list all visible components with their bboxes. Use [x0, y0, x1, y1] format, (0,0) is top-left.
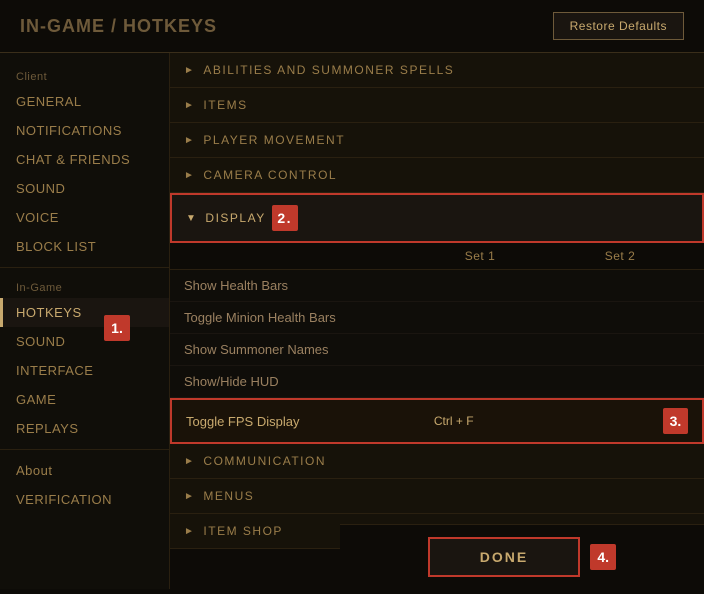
set-spacer [184, 249, 410, 263]
hotkey-set1-fps: Ctrl + F [386, 414, 521, 428]
sidebar-item-game[interactable]: GAME [0, 385, 169, 414]
set2-label: Set 2 [550, 249, 690, 263]
sidebar-divider [0, 267, 169, 268]
done-button[interactable]: DONE [428, 537, 580, 577]
restore-defaults-button[interactable]: Restore Defaults [553, 12, 684, 40]
hotkey-row-summoner-names[interactable]: Show Summoner Names [170, 334, 704, 366]
arrow-icon-menus: ► [184, 491, 195, 502]
sidebar-item-notifications[interactable]: NOTIFICATIONS [0, 116, 169, 145]
hotkey-row-health-bars[interactable]: Show Health Bars [170, 270, 704, 302]
content-inner: ► ABILITIES AND SUMMONER SPELLS ► ITEMS … [170, 53, 704, 589]
set-headers-row: Set 1 Set 2 [170, 243, 704, 270]
arrow-icon-movement: ► [184, 135, 195, 146]
sidebar-item-sound-ingame[interactable]: SOUND [0, 327, 169, 356]
sidebar-item-verification[interactable]: VERIFICATION [0, 485, 169, 514]
section-display-header[interactable]: ▼ DISPLAY 2. [170, 193, 704, 243]
section-communication-label: COMMUNICATION [203, 454, 326, 468]
sidebar-item-voice[interactable]: VOICE [0, 203, 169, 232]
content-area: ► ABILITIES AND SUMMONER SPELLS ► ITEMS … [170, 53, 704, 589]
sidebar-item-sound-client[interactable]: SOUND [0, 174, 169, 203]
section-abilities[interactable]: ► ABILITIES AND SUMMONER SPELLS [170, 53, 704, 88]
annotation-3: 3. [663, 408, 688, 434]
section-camera-label: CAMERA CONTROL [203, 168, 337, 182]
arrow-icon-abilities: ► [184, 65, 195, 76]
sidebar-item-general[interactable]: GENERAL [0, 87, 169, 116]
annotation-4: 4. [590, 544, 616, 570]
sidebar-item-about[interactable]: About [0, 456, 169, 485]
hotkey-name-hud: Show/Hide HUD [184, 374, 410, 389]
sidebar-item-chat-friends[interactable]: CHAT & FRIENDS [0, 145, 169, 174]
hotkey-name-minion-bars: Toggle Minion Health Bars [184, 310, 410, 325]
sidebar-divider-2 [0, 449, 169, 450]
section-player-movement[interactable]: ► PLAYER MOVEMENT [170, 123, 704, 158]
hotkey-name-health-bars: Show Health Bars [184, 278, 410, 293]
sidebar-item-hotkeys[interactable]: HOTKEYS [0, 298, 169, 327]
main-layout: Client GENERAL NOTIFICATIONS CHAT & FRIE… [0, 53, 704, 589]
section-menus-label: MENUS [203, 489, 254, 503]
section-abilities-label: ABILITIES AND SUMMONER SPELLS [203, 63, 454, 77]
sidebar: Client GENERAL NOTIFICATIONS CHAT & FRIE… [0, 53, 170, 589]
section-menus[interactable]: ► MENUS [170, 479, 704, 514]
set1-label: Set 1 [410, 249, 550, 263]
arrow-icon-camera: ► [184, 170, 195, 181]
sidebar-section-client: Client [0, 63, 169, 87]
arrow-icon-display: ▼ [186, 213, 197, 224]
sidebar-item-replays[interactable]: REPLAYS [0, 414, 169, 443]
breadcrumb-prefix: IN-GAME / [20, 16, 123, 36]
annotation-2: 2. [272, 205, 298, 231]
header: IN-GAME / HOTKEYS Restore Defaults [0, 0, 704, 53]
hotkey-name-fps: Toggle FPS Display [186, 414, 386, 429]
hotkey-name-summoner: Show Summoner Names [184, 342, 410, 357]
hotkey-row-minion-bars[interactable]: Toggle Minion Health Bars [170, 302, 704, 334]
arrow-icon-communication: ► [184, 456, 195, 467]
arrow-icon-item-shop: ► [184, 526, 195, 537]
footer: DONE 4. [340, 524, 704, 589]
sidebar-item-interface[interactable]: INTERFACE [0, 356, 169, 385]
section-items-label: ITEMS [203, 98, 247, 112]
page-title: IN-GAME / HOTKEYS [20, 16, 217, 37]
arrow-icon-items: ► [184, 100, 195, 111]
section-display-label: DISPLAY [205, 211, 265, 225]
section-camera[interactable]: ► CAMERA CONTROL [170, 158, 704, 193]
section-movement-label: PLAYER MOVEMENT [203, 133, 345, 147]
sidebar-section-ingame: In-Game [0, 274, 169, 298]
section-items[interactable]: ► ITEMS [170, 88, 704, 123]
hotkey-row-hud[interactable]: Show/Hide HUD [170, 366, 704, 398]
sidebar-item-block-list[interactable]: BLOCK LIST [0, 232, 169, 261]
hotkey-row-fps[interactable]: Toggle FPS Display Ctrl + F 3. [170, 398, 704, 444]
section-communication[interactable]: ► COMMUNICATION [170, 444, 704, 479]
section-item-shop-label: ITEM SHOP [203, 524, 283, 538]
breadcrumb-current: HOTKEYS [123, 16, 217, 36]
